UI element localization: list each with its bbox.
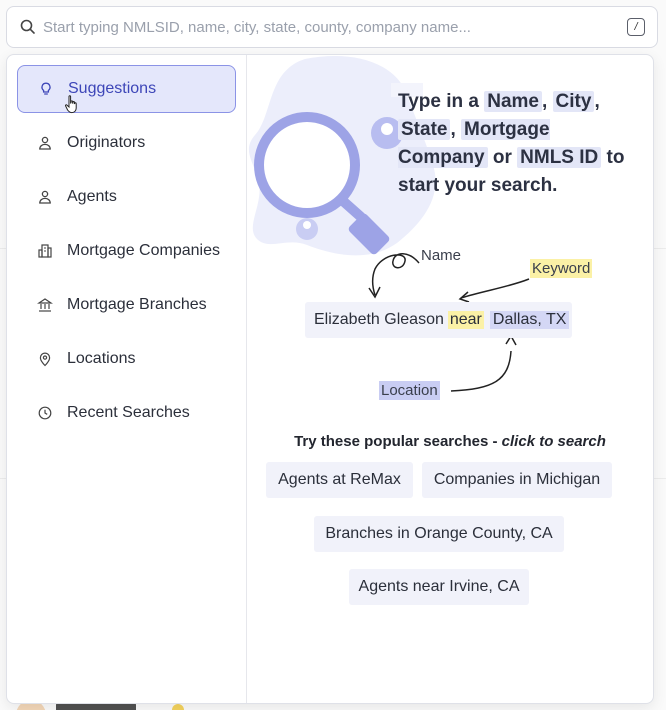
sidebar-item-label: Mortgage Branches	[67, 296, 207, 313]
map-pin-icon	[37, 351, 53, 367]
sidebar-item-label: Suggestions	[68, 80, 157, 97]
category-sidebar: Suggestions Originators Agents Mortgage …	[7, 55, 247, 703]
suggestions-content: Type in a Name, City, State, Mortgage Co…	[247, 55, 653, 703]
keyboard-shortcut-badge: /	[627, 18, 645, 36]
sidebar-item-agents[interactable]: Agents	[17, 173, 236, 221]
search-input[interactable]	[43, 18, 627, 36]
sidebar-item-originators[interactable]: Originators	[17, 119, 236, 167]
sidebar-item-label: Recent Searches	[67, 404, 190, 421]
search-bar[interactable]: /	[6, 6, 658, 48]
sidebar-item-label: Locations	[67, 350, 136, 367]
sidebar-item-mortgage-companies[interactable]: Mortgage Companies	[17, 227, 236, 275]
hand-pointer-cursor-icon	[64, 94, 80, 114]
blurred-name	[56, 703, 136, 710]
annotation-name-label: Name	[421, 247, 462, 264]
sidebar-item-suggestions[interactable]: Suggestions	[17, 65, 236, 114]
popular-search-chip[interactable]: Companies in Michigan	[422, 462, 612, 498]
popular-search-chip[interactable]: Branches in Orange County, CA	[314, 516, 564, 552]
clock-icon	[37, 405, 53, 421]
search-icon	[19, 18, 37, 36]
popular-search-chip[interactable]: Agents near Irvine, CA	[349, 569, 529, 605]
bank-icon	[37, 297, 53, 313]
sidebar-item-recent-searches[interactable]: Recent Searches	[17, 389, 236, 437]
example-query-name: Elizabeth Gleason	[314, 311, 444, 328]
status-dot	[172, 704, 184, 710]
example-query-location: Dallas, TX	[489, 311, 570, 329]
example-query-keyword: near	[447, 311, 484, 329]
building-icon	[37, 243, 53, 259]
popular-searches-heading: Try these popular searches - click to se…	[247, 433, 653, 450]
popular-heading-text: Try these popular searches -	[294, 433, 498, 450]
popular-heading-emphasis: click to search	[501, 433, 606, 450]
sidebar-item-locations[interactable]: Locations	[17, 335, 236, 383]
sidebar-item-label: Originators	[67, 134, 146, 151]
annotation-arrows	[368, 253, 530, 392]
popular-search-chip[interactable]: Agents at ReMax	[266, 462, 413, 498]
sidebar-item-mortgage-branches[interactable]: Mortgage Branches	[17, 281, 236, 329]
example-query: Elizabeth Gleason near Dallas, TX	[305, 302, 572, 338]
person-icon	[37, 135, 53, 151]
annotation-keyword-label: Keyword	[530, 259, 593, 278]
search-suggestions-panel: Suggestions Originators Agents Mortgage …	[6, 54, 654, 704]
sidebar-item-label: Mortgage Companies	[67, 242, 220, 259]
person-icon	[37, 189, 53, 205]
lightbulb-icon	[38, 81, 54, 97]
sidebar-item-label: Agents	[67, 188, 117, 205]
annotation-location-label: Location	[379, 381, 440, 400]
